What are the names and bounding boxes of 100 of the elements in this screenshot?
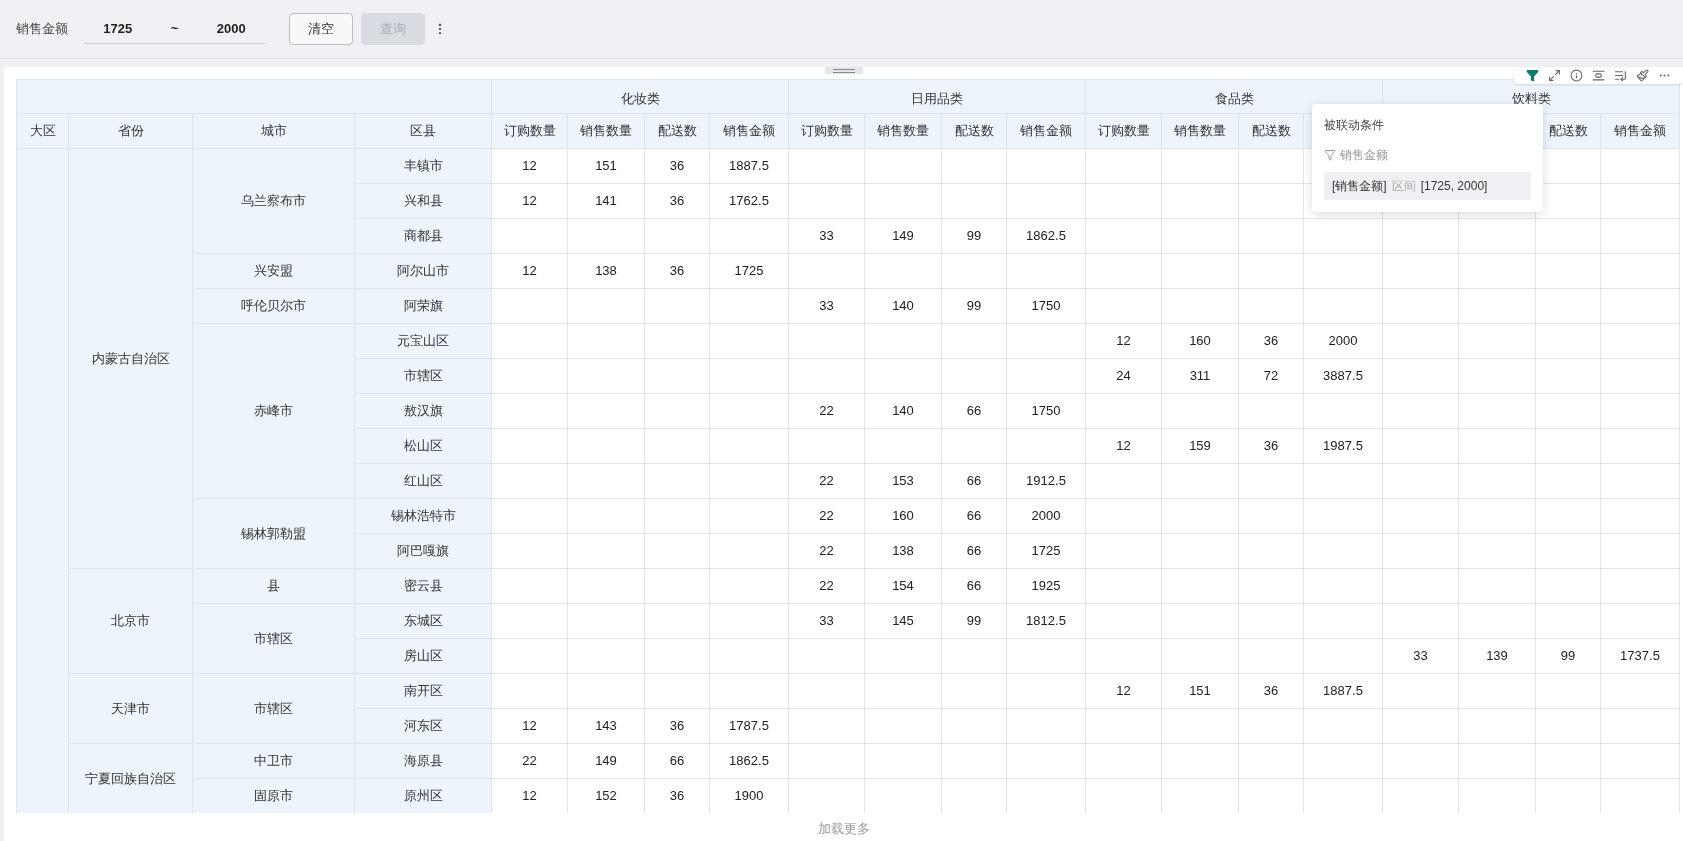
table-cell: 1887.5: [1303, 673, 1383, 709]
district-cell: 阿尔山市: [354, 253, 492, 289]
column-header: 订购数量: [1085, 113, 1162, 149]
layout-icon[interactable]: [1592, 69, 1605, 82]
table-cell: 99: [1535, 638, 1601, 674]
table-cell: 1912.5: [1006, 463, 1086, 499]
table-cell: 36: [1238, 673, 1304, 709]
district-cell: 原州区: [354, 778, 492, 813]
district-cell: 阿巴嘎旗: [354, 533, 492, 569]
table-cell: 1750: [1006, 288, 1086, 324]
table-cell: 138: [864, 533, 942, 569]
table-cell: 1737.5: [1600, 638, 1680, 674]
table-cell: 36: [1238, 428, 1304, 464]
table-cell: 1862.5: [1006, 218, 1086, 254]
table-cell: 22: [788, 463, 865, 499]
table-cell: 159: [1161, 428, 1239, 464]
column-header: 销售数量: [1161, 113, 1239, 149]
city-cell: 中卫市: [192, 743, 355, 779]
city-cell: 固原市: [192, 778, 355, 813]
column-header: 配送数: [941, 113, 1007, 149]
table-cell: 12: [491, 183, 568, 219]
expand-icon[interactable]: [1548, 69, 1561, 82]
district-cell: 海原县: [354, 743, 492, 779]
column-header: 订购数量: [491, 113, 568, 149]
filter-icon[interactable]: [1526, 69, 1539, 82]
table-cell: 1762.5: [709, 183, 789, 219]
condition-chip: [销售金额] 区间 [1725, 2000]: [1324, 172, 1531, 200]
column-header: 销售数量: [864, 113, 942, 149]
table-cell: 22: [788, 533, 865, 569]
district-cell: 南开区: [354, 673, 492, 709]
table-cell: 12: [491, 148, 568, 184]
category-header: 化妆类: [491, 79, 789, 114]
district-cell: 松山区: [354, 428, 492, 464]
column-header: 销售金额: [1600, 113, 1680, 149]
column-header: 配送数: [1238, 113, 1304, 149]
table-cell: 36: [644, 183, 710, 219]
column-header: 销售金额: [1006, 113, 1086, 149]
column-header: 配送数: [644, 113, 710, 149]
table-cell: 1750: [1006, 393, 1086, 429]
district-cell: 房山区: [354, 638, 492, 674]
brush-icon[interactable]: [1636, 69, 1649, 82]
drag-handle[interactable]: [824, 67, 863, 74]
table-cell: 160: [1161, 323, 1239, 359]
table-cell: 151: [1161, 673, 1239, 709]
table-cell: 36: [1238, 323, 1304, 359]
table-cell: 149: [567, 743, 645, 779]
table-cell: 12: [491, 253, 568, 289]
column-header: 销售金额: [709, 113, 789, 149]
city-cell: 锡林郭勒盟: [192, 498, 355, 569]
table-cell: 99: [941, 288, 1007, 324]
table-cell: 66: [941, 393, 1007, 429]
province-cell: 北京市: [68, 568, 193, 674]
table-cell: 12: [491, 708, 568, 744]
table-cell: 12: [1085, 673, 1162, 709]
export-icon[interactable]: [1614, 69, 1627, 82]
filter-button[interactable]: 清空: [289, 13, 353, 45]
table-cell: 33: [788, 603, 865, 639]
table-cell: 36: [644, 708, 710, 744]
district-cell: 阿荣旗: [354, 288, 492, 324]
table-cell: 33: [788, 288, 865, 324]
province-cell: 天津市: [68, 673, 193, 744]
column-header: 区县: [354, 113, 492, 149]
column-header: 销售数量: [567, 113, 645, 149]
table-cell: 145: [864, 603, 942, 639]
column-header: 订购数量: [788, 113, 865, 149]
district-cell: 市辖区: [354, 358, 492, 394]
table-cell: 1925: [1006, 568, 1086, 604]
table-cell: 1812.5: [1006, 603, 1086, 639]
table-cell: 140: [864, 288, 942, 324]
table-cell: 311: [1161, 358, 1239, 394]
category-header: 食品类: [1085, 79, 1383, 114]
table-cell: 99: [941, 218, 1007, 254]
district-cell: 敖汉旗: [354, 393, 492, 429]
info-icon[interactable]: [1570, 69, 1583, 82]
table-cell: 22: [788, 568, 865, 604]
table-cell: 1725: [709, 253, 789, 289]
table-cell: 66: [941, 498, 1007, 534]
district-cell: 丰镇市: [354, 148, 492, 184]
table-cell: 140: [864, 393, 942, 429]
district-cell: 商都县: [354, 218, 492, 254]
city-cell: 赤峰市: [192, 323, 355, 499]
filter-label: 销售金额: [16, 20, 68, 39]
table-cell: 1787.5: [709, 708, 789, 744]
table-cell: 154: [864, 568, 942, 604]
category-header: 日用品类: [788, 79, 1086, 114]
table-cell: 36: [644, 148, 710, 184]
range-field[interactable]: 1725 ~ 2000: [84, 14, 265, 44]
city-cell: 市辖区: [192, 673, 355, 744]
table-cell: 138: [567, 253, 645, 289]
province-cell: 宁夏回族自治区: [68, 743, 193, 813]
condition-field: 销售金额: [1340, 146, 1388, 164]
table-cell: 1725: [1006, 533, 1086, 569]
district-cell: 锡林浩特市: [354, 498, 492, 534]
table-cell: 160: [864, 498, 942, 534]
city-cell: 乌兰察布市: [192, 148, 355, 254]
city-cell: 县: [192, 568, 355, 604]
table-cell: 24: [1085, 358, 1162, 394]
district-cell: 红山区: [354, 463, 492, 499]
district-cell: 密云县: [354, 568, 492, 604]
table-cell: 33: [1382, 638, 1459, 674]
